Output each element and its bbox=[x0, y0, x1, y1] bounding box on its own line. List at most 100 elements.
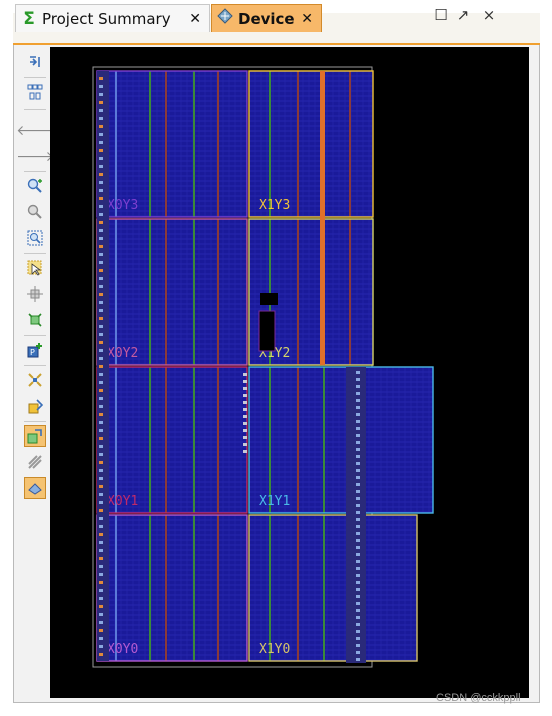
unused-site bbox=[260, 293, 278, 305]
clock-region-label: X0Y3 bbox=[107, 198, 138, 213]
tab-device[interactable]: Device ✕ bbox=[211, 4, 322, 32]
collapse-icon[interactable] bbox=[24, 51, 46, 73]
io-pin bbox=[356, 560, 360, 563]
io-pin bbox=[99, 421, 103, 424]
io-pin bbox=[99, 181, 103, 184]
io-pin bbox=[356, 525, 360, 528]
io-pin bbox=[99, 581, 103, 584]
float-window-icon[interactable]: ↗ bbox=[452, 4, 474, 26]
io-pin bbox=[99, 277, 103, 280]
resource-column bbox=[149, 515, 151, 661]
fit-selection-icon[interactable] bbox=[24, 369, 46, 391]
io-pin bbox=[99, 205, 103, 208]
resource-column bbox=[217, 219, 219, 365]
io-pin bbox=[356, 609, 360, 612]
io-pin bbox=[356, 385, 360, 388]
expand-all-icon[interactable] bbox=[24, 81, 46, 103]
io-pin bbox=[99, 245, 103, 248]
io-pin bbox=[99, 509, 103, 512]
io-pin bbox=[99, 173, 103, 176]
io-pin bbox=[356, 637, 360, 640]
forward-icon[interactable]: 🡒 bbox=[16, 145, 54, 167]
io-pin bbox=[356, 420, 360, 423]
io-pin bbox=[99, 413, 103, 416]
tab-project-summary[interactable]: Σ Project Summary ✕ bbox=[15, 4, 210, 32]
io-pin bbox=[356, 553, 360, 556]
io-pin bbox=[356, 567, 360, 570]
resource-column bbox=[269, 71, 271, 217]
device-view-canvas[interactable]: X0Y3 X1Y3 X0Y2 X1Y2 X0Y1 X1Y1 X0Y0 X1Y0 bbox=[50, 47, 529, 698]
tab-project-summary-label: Project Summary bbox=[42, 9, 171, 28]
zoom-fit-icon[interactable] bbox=[24, 227, 46, 249]
config-site bbox=[243, 387, 247, 390]
io-pin bbox=[356, 644, 360, 647]
io-pin bbox=[99, 477, 103, 480]
io-pin bbox=[99, 293, 103, 296]
io-pin bbox=[356, 448, 360, 451]
io-pin bbox=[99, 541, 103, 544]
config-site bbox=[243, 401, 247, 404]
io-pin bbox=[99, 557, 103, 560]
config-site bbox=[243, 394, 247, 397]
io-pin bbox=[356, 581, 360, 584]
io-pin bbox=[99, 365, 103, 368]
io-pin bbox=[99, 165, 103, 168]
toolbar-divider bbox=[24, 335, 46, 336]
io-pin bbox=[99, 405, 103, 408]
resource-column bbox=[193, 71, 195, 217]
io-pin bbox=[99, 533, 103, 536]
resource-column bbox=[297, 367, 299, 513]
clock-region-label: X0Y1 bbox=[107, 494, 138, 509]
io-bank-right-upper bbox=[320, 71, 325, 365]
routing-resources-icon[interactable] bbox=[24, 477, 46, 499]
close-tab-device-icon[interactable]: ✕ bbox=[301, 11, 313, 27]
close-window-icon[interactable]: × bbox=[478, 4, 500, 26]
io-pin bbox=[356, 497, 360, 500]
io-pin bbox=[99, 189, 103, 192]
io-pin bbox=[99, 637, 103, 640]
watermark-text: CSDN @cckkppll bbox=[436, 692, 521, 704]
io-pin bbox=[356, 511, 360, 514]
config-site bbox=[243, 422, 247, 425]
disabled-tool-icon[interactable] bbox=[24, 451, 46, 473]
resource-column bbox=[149, 219, 151, 365]
route-icon[interactable] bbox=[24, 309, 46, 331]
io-pin bbox=[99, 629, 103, 632]
io-pin bbox=[356, 518, 360, 521]
resource-column bbox=[165, 71, 167, 217]
io-pin bbox=[99, 325, 103, 328]
add-pblock-icon[interactable]: P bbox=[24, 339, 46, 361]
io-pin bbox=[99, 269, 103, 272]
resource-column bbox=[269, 515, 271, 661]
io-pin bbox=[356, 434, 360, 437]
io-pin bbox=[356, 630, 360, 633]
clock-region-x0y0 bbox=[97, 515, 247, 661]
resource-column bbox=[217, 71, 219, 217]
zoom-in-icon[interactable] bbox=[24, 175, 46, 197]
move-icon[interactable] bbox=[24, 283, 46, 305]
io-pin bbox=[99, 621, 103, 624]
config-site bbox=[243, 415, 247, 418]
close-tab-project-summary-icon[interactable]: ✕ bbox=[189, 11, 201, 27]
io-pin bbox=[99, 85, 103, 88]
io-pin bbox=[99, 397, 103, 400]
resource-column bbox=[165, 515, 167, 661]
io-pin bbox=[356, 378, 360, 381]
resource-column bbox=[297, 515, 299, 661]
auto-assign-icon[interactable] bbox=[24, 425, 46, 447]
resource-column bbox=[323, 367, 325, 513]
zoom-out-icon[interactable] bbox=[24, 201, 46, 223]
io-pin bbox=[99, 157, 103, 160]
back-icon[interactable]: 🡐 bbox=[16, 119, 54, 141]
io-pin bbox=[99, 429, 103, 432]
io-pin bbox=[356, 651, 360, 654]
resource-column bbox=[115, 515, 117, 661]
select-icon[interactable] bbox=[24, 257, 46, 279]
io-pin bbox=[99, 109, 103, 112]
pblock-region bbox=[258, 310, 276, 352]
restore-window-icon[interactable]: ☐ bbox=[430, 4, 452, 26]
resource-column bbox=[165, 219, 167, 365]
io-pin bbox=[99, 133, 103, 136]
io-pin bbox=[356, 399, 360, 402]
place-icon[interactable] bbox=[24, 395, 46, 417]
